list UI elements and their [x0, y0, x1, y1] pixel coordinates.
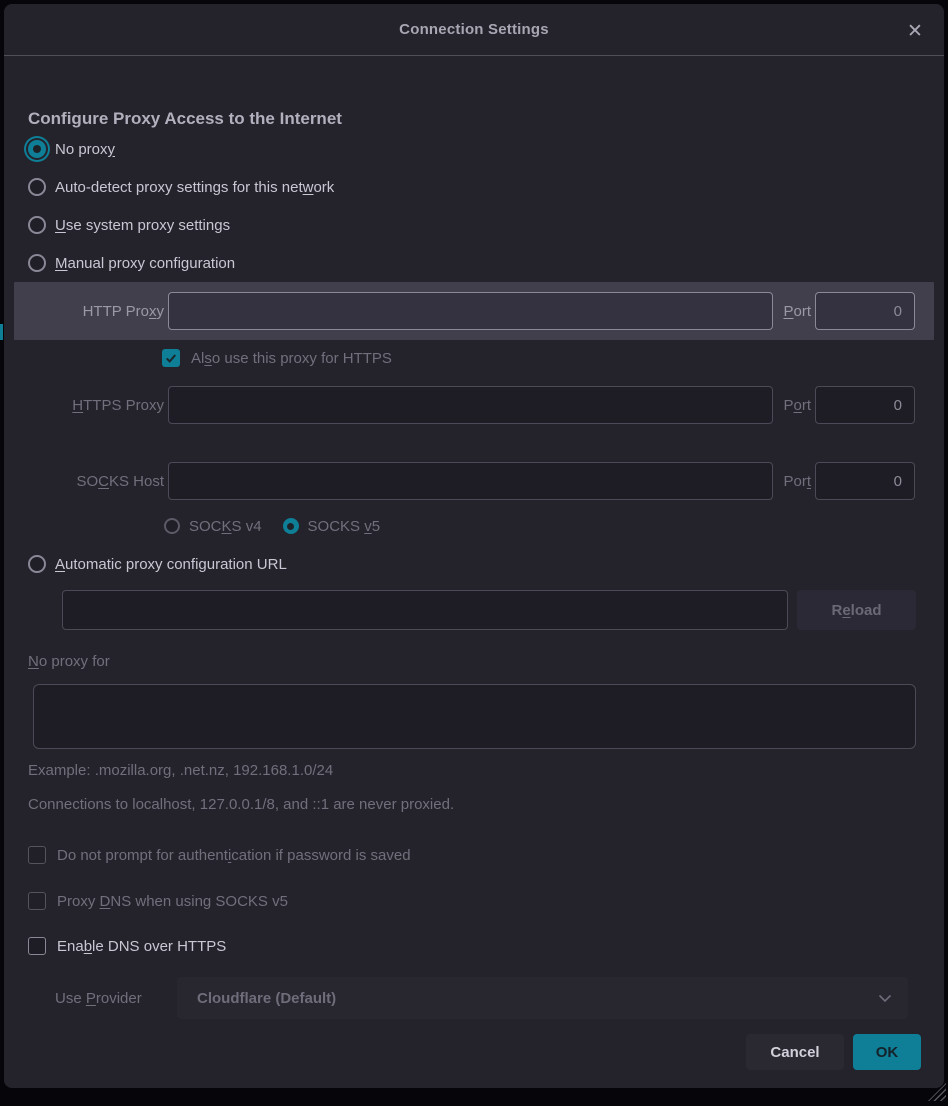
also-https-label: Also use this proxy for HTTPS	[191, 350, 392, 367]
no-prompt-checkbox[interactable]	[28, 846, 46, 864]
page-title: Configure Proxy Access to the Internet	[28, 108, 931, 130]
https-port-label: Port	[783, 397, 811, 414]
socks-version-row: SOCKS v4 SOCKS v5	[17, 513, 931, 539]
provider-row: Use Provider Cloudflare (Default)	[17, 977, 931, 1019]
https-proxy-label: HTTPS Proxy	[17, 397, 164, 414]
system-proxy-radio[interactable]	[28, 216, 46, 234]
proxy-dns-row[interactable]: Proxy DNS when using SOCKS v5	[17, 889, 931, 913]
doh-label: Enable DNS over HTTPS	[57, 938, 226, 955]
socks-v4-label: SOCKS v4	[189, 518, 262, 535]
no-prompt-row[interactable]: Do not prompt for authentication if pass…	[17, 843, 931, 867]
no-proxy-radio[interactable]	[28, 140, 46, 158]
http-proxy-row: HTTP Proxy Port	[14, 282, 934, 340]
socks-port-input[interactable]	[815, 462, 915, 500]
socks-v4-radio[interactable]	[164, 518, 180, 534]
dialog-title: Connection Settings	[399, 21, 549, 38]
auto-url-radio[interactable]	[28, 555, 46, 573]
auto-url-input-row: Reload	[17, 590, 931, 630]
http-proxy-input[interactable]	[168, 292, 773, 330]
no-proxy-for-label: No proxy for	[28, 652, 931, 672]
socks-v5-radio[interactable]	[283, 518, 299, 534]
radio-row-no-proxy[interactable]: No proxy	[17, 130, 931, 168]
provider-dropdown[interactable]: Cloudflare (Default)	[177, 977, 908, 1019]
socks-host-label: SOCKS Host	[17, 473, 164, 490]
http-proxy-label: HTTP Proxy	[17, 303, 164, 320]
http-port-label: Port	[783, 303, 811, 320]
also-https-checkbox[interactable]	[162, 349, 180, 367]
https-port-input[interactable]	[815, 386, 915, 424]
provider-selected-value: Cloudflare (Default)	[197, 990, 878, 1007]
dialog-body: Configure Proxy Access to the Internet N…	[4, 108, 944, 1070]
close-icon: ✕	[907, 22, 923, 41]
auto-url-input[interactable]	[62, 590, 788, 630]
connection-settings-dialog: Connection Settings ✕ Configure Proxy Ac…	[4, 4, 944, 1088]
no-proxy-label: No proxy	[55, 141, 115, 158]
auto-detect-radio[interactable]	[28, 178, 46, 196]
ok-button[interactable]: OK	[853, 1034, 921, 1070]
doh-row[interactable]: Enable DNS over HTTPS	[17, 934, 931, 958]
proxy-dns-checkbox[interactable]	[28, 892, 46, 910]
socks-port-label: Port	[783, 473, 811, 490]
cancel-button[interactable]: Cancel	[746, 1034, 844, 1070]
proxy-dns-label: Proxy DNS when using SOCKS v5	[57, 893, 288, 910]
no-proxy-for-textarea[interactable]	[33, 684, 916, 749]
close-button[interactable]: ✕	[902, 18, 928, 44]
reload-button[interactable]: Reload	[797, 590, 916, 630]
system-proxy-label: Use system proxy settings	[55, 217, 230, 234]
no-prompt-label: Do not prompt for authentication if pass…	[57, 847, 411, 864]
https-proxy-row: HTTPS Proxy Port	[17, 386, 931, 424]
socks-host-row: SOCKS Host Port	[17, 462, 931, 500]
localhost-note-text: Connections to localhost, 127.0.0.1/8, a…	[28, 795, 931, 815]
manual-proxy-label: Manual proxy configuration	[55, 255, 235, 272]
also-https-row[interactable]: Also use this proxy for HTTPS	[17, 345, 931, 371]
manual-proxy-radio[interactable]	[28, 254, 46, 272]
radio-row-system-proxy[interactable]: Use system proxy settings	[17, 206, 931, 244]
socks-host-input[interactable]	[168, 462, 773, 500]
chevron-down-icon	[878, 994, 892, 1003]
dialog-footer: Cancel OK	[17, 1034, 931, 1070]
radio-row-manual-proxy[interactable]: Manual proxy configuration	[17, 244, 931, 282]
titlebar: Connection Settings ✕	[4, 4, 944, 56]
no-proxy-example-text: Example: .mozilla.org, .net.nz, 192.168.…	[28, 761, 931, 781]
radio-row-auto-url[interactable]: Automatic proxy configuration URL	[17, 551, 931, 577]
auto-detect-label: Auto-detect proxy settings for this netw…	[55, 179, 334, 196]
doh-checkbox[interactable]	[28, 937, 46, 955]
https-proxy-input[interactable]	[168, 386, 773, 424]
checkmark-icon	[165, 352, 177, 364]
auto-url-label: Automatic proxy configuration URL	[55, 556, 287, 573]
http-port-input[interactable]	[815, 292, 915, 330]
radio-row-auto-detect[interactable]: Auto-detect proxy settings for this netw…	[17, 168, 931, 206]
screen-edge-artifact	[0, 324, 3, 340]
provider-label: Use Provider	[55, 990, 177, 1007]
socks-v5-label: SOCKS v5	[308, 518, 381, 535]
